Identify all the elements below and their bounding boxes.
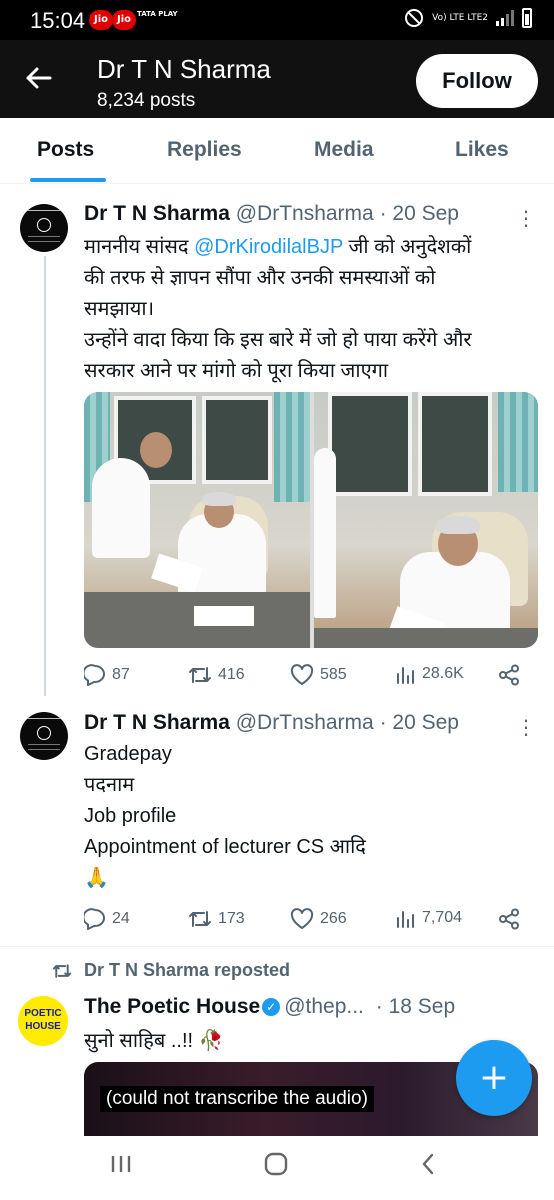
repost-icon [189,911,211,927]
tweet-photo-2[interactable] [314,392,538,648]
author-name[interactable]: Dr T N Sharma [84,202,230,225]
share-icon [499,908,519,930]
repost-icon [52,963,72,978]
profile-tabs: Posts Replies Media Likes [0,118,554,184]
status-bar: 15:04 Jio Jio TATA PLAY Vo) LTE LTE2 [0,0,554,40]
tweet-actions: 24 173 266 7,704 [84,908,524,938]
views-icon [397,667,414,684]
profile-name: Dr T N Sharma [97,54,271,84]
author-handle[interactable]: @thep... [284,995,364,1018]
like-button[interactable]: 585 [290,664,347,686]
status-time: 15:04 [30,8,86,33]
repost-button[interactable]: 416 [188,664,245,686]
network-label: Vo) LTE LTE2 [432,13,488,23]
jio-icon-2: Jio [112,10,136,30]
follow-button[interactable]: Follow [416,54,538,108]
active-tab-indicator [30,178,106,182]
tweet-header: Dr T N Sharma @DrTnsharma · 20 Sep [84,202,459,226]
reply-button[interactable]: 87 [84,664,130,686]
avatar[interactable] [20,712,68,760]
back-arrow-icon[interactable] [24,64,52,98]
author-handle[interactable]: @DrTnsharma [236,202,374,225]
tab-likes[interactable]: Likes [455,138,509,162]
dnd-icon [405,9,424,27]
views-count: 28.6K [422,665,464,682]
reply-icon [84,664,105,686]
like-icon [290,664,314,685]
like-button[interactable]: 266 [290,908,347,930]
repost-count: 173 [218,910,245,927]
views-button[interactable]: 7,704 [396,908,462,928]
repost-indicator: Dr T N Sharma reposted [52,960,290,981]
views-count: 7,704 [422,909,463,926]
repost-icon [189,667,211,683]
posts-count: 8,234 posts [97,90,196,111]
like-count: 266 [320,910,347,927]
divider [0,946,554,947]
tweet-text: सुनो साहिब ..!! 🥀 [84,1030,224,1052]
system-nav-bar [0,1136,554,1200]
tweet-header: The Poetic House ✓ @thep... · 18 Sep [84,995,455,1019]
tata-play-icon: TATA PLAY [137,10,178,18]
reply-count: 24 [112,910,130,927]
views-icon [397,911,414,928]
tweet-date[interactable]: · 20 Sep [380,202,459,225]
tweet-text: माननीय सांसद @DrKirodilalBJP जी को अनुदे… [84,236,472,382]
author-name[interactable]: The Poetic House [84,995,260,1018]
reply-count: 87 [112,666,130,683]
tab-replies[interactable]: Replies [167,138,242,162]
signal-icon [496,10,514,26]
video-caption: (could not transcribe the audio) [100,1086,374,1112]
like-count: 585 [320,666,347,683]
tweet-text: Gradepay पदनाम Job profile Appointment o… [84,743,366,889]
reply-icon [84,908,105,930]
share-icon [499,664,519,686]
share-button[interactable] [498,908,520,930]
tweet-header: Dr T N Sharma @DrTnsharma · 20 Sep [84,711,459,735]
repost-button[interactable]: 173 [188,908,245,930]
mention-link[interactable]: @DrKirodilalBJP [194,236,343,258]
author-handle[interactable]: @DrTnsharma [236,711,374,734]
battery-icon [522,8,532,28]
share-button[interactable] [498,664,520,686]
home-icon[interactable] [264,1152,288,1180]
tweet-photos[interactable] [84,392,538,648]
author-name[interactable]: Dr T N Sharma [84,711,230,734]
avatar[interactable] [20,204,68,252]
repost-count: 416 [218,666,245,683]
tweet-date[interactable]: · 18 Sep [376,995,455,1018]
more-icon[interactable]: ⋮ [516,208,536,228]
more-icon[interactable]: ⋮ [516,717,536,737]
thread-line [44,256,46,696]
like-icon [290,908,314,929]
verified-icon: ✓ [262,998,281,1016]
repost-label: Dr T N Sharma reposted [84,960,291,980]
poetic-house-avatar[interactable]: POETIC HOUSE [18,996,68,1046]
tweet-photo-1[interactable] [84,392,310,648]
profile-header: Dr T N Sharma 8,234 posts Follow [0,40,554,118]
views-button[interactable]: 28.6K [396,664,464,684]
tweet-date[interactable]: · 20 Sep [380,711,459,734]
compose-button[interactable]: + [456,1040,532,1116]
reply-button[interactable]: 24 [84,908,130,930]
tab-posts[interactable]: Posts [37,138,94,162]
status-icons: Vo) LTE LTE2 [404,8,532,28]
tweet-actions: 87 416 585 28.6K [84,664,524,694]
recents-icon[interactable] [110,1152,132,1180]
tab-media[interactable]: Media [314,138,374,162]
jio-icon-1: Jio [89,10,113,30]
nav-back-icon[interactable] [420,1152,436,1180]
